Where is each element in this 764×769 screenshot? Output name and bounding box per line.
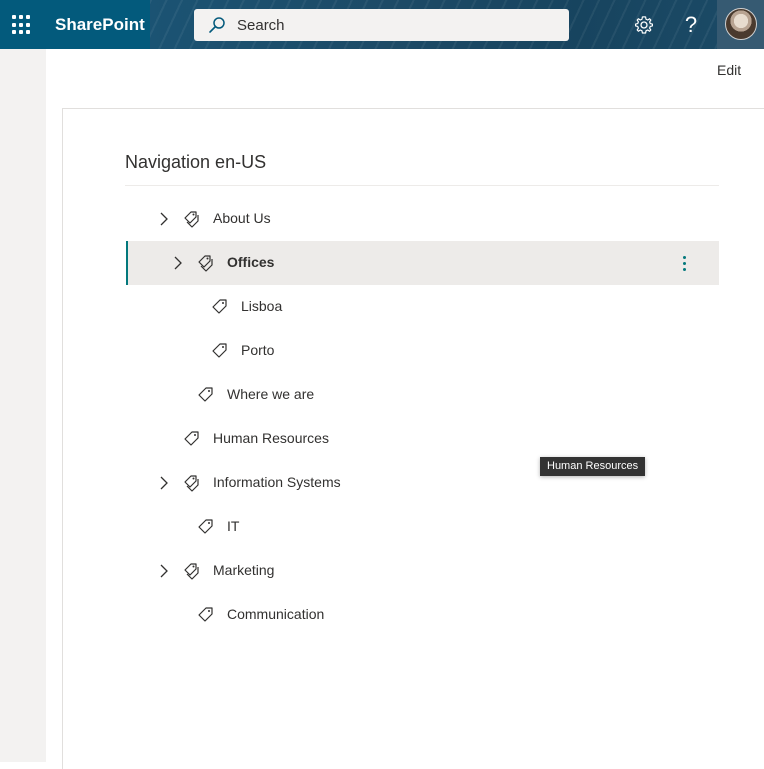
- app-name[interactable]: SharePoint: [55, 15, 145, 35]
- settings-button[interactable]: [621, 0, 667, 49]
- nav-item-label: Offices: [227, 254, 275, 270]
- nav-item-porto[interactable]: Porto: [126, 329, 719, 373]
- chevron-right-icon[interactable]: [156, 475, 172, 491]
- nav-item-marketing[interactable]: Marketing: [126, 549, 719, 593]
- chevron-right-icon[interactable]: [156, 211, 172, 227]
- edit-button[interactable]: Edit: [717, 62, 741, 78]
- nav-item-human-resources[interactable]: Human Resources: [126, 417, 719, 461]
- tags-icon: [184, 475, 199, 492]
- nav-item-label: Human Resources: [213, 430, 329, 446]
- left-rail: [0, 49, 46, 762]
- navigation-title: Navigation en-US: [125, 152, 267, 172]
- nav-item-label: Where we are: [227, 386, 315, 402]
- search-icon: [209, 17, 225, 33]
- waffle-icon[interactable]: [12, 15, 32, 35]
- tag-icon: [184, 431, 199, 446]
- nav-item-label: Marketing: [213, 562, 275, 578]
- tag-icon: [212, 343, 227, 358]
- nav-item-where-we-are[interactable]: Where we are: [126, 373, 719, 417]
- chevron-right-icon[interactable]: [156, 563, 172, 579]
- nav-item-it[interactable]: IT: [126, 505, 719, 549]
- search-box[interactable]: [194, 9, 569, 41]
- tags-icon: [198, 255, 213, 272]
- account-button[interactable]: [717, 0, 764, 49]
- help-button[interactable]: ?: [668, 0, 714, 49]
- tag-icon: [198, 607, 213, 622]
- nav-item-communication[interactable]: Communication: [126, 593, 719, 637]
- nav-item-label: IT: [227, 518, 240, 534]
- tags-icon: [184, 563, 199, 580]
- tag-icon: [212, 299, 227, 314]
- tooltip: Human Resources: [540, 457, 646, 476]
- more-options-icon[interactable]: [676, 253, 692, 273]
- nav-item-label: Communication: [227, 606, 325, 622]
- title-divider: [125, 185, 719, 186]
- nav-item-offices[interactable]: Offices: [126, 241, 719, 285]
- tag-icon: [198, 519, 213, 534]
- nav-item-lisboa[interactable]: Lisboa: [126, 285, 719, 329]
- help-icon: ?: [684, 11, 698, 37]
- gear-icon: [635, 15, 653, 34]
- nav-item-label: About Us: [213, 210, 271, 226]
- search-input[interactable]: [237, 15, 537, 35]
- tags-icon: [184, 211, 199, 228]
- suite-bar: SharePoint ?: [0, 0, 764, 49]
- nav-item-label: Porto: [241, 342, 275, 358]
- chevron-right-icon[interactable]: [170, 255, 186, 271]
- tag-icon: [198, 387, 213, 402]
- avatar: [725, 8, 757, 40]
- nav-item-about-us[interactable]: About Us: [126, 197, 719, 241]
- nav-item-label: Information Systems: [213, 474, 341, 490]
- nav-item-label: Lisboa: [241, 298, 283, 314]
